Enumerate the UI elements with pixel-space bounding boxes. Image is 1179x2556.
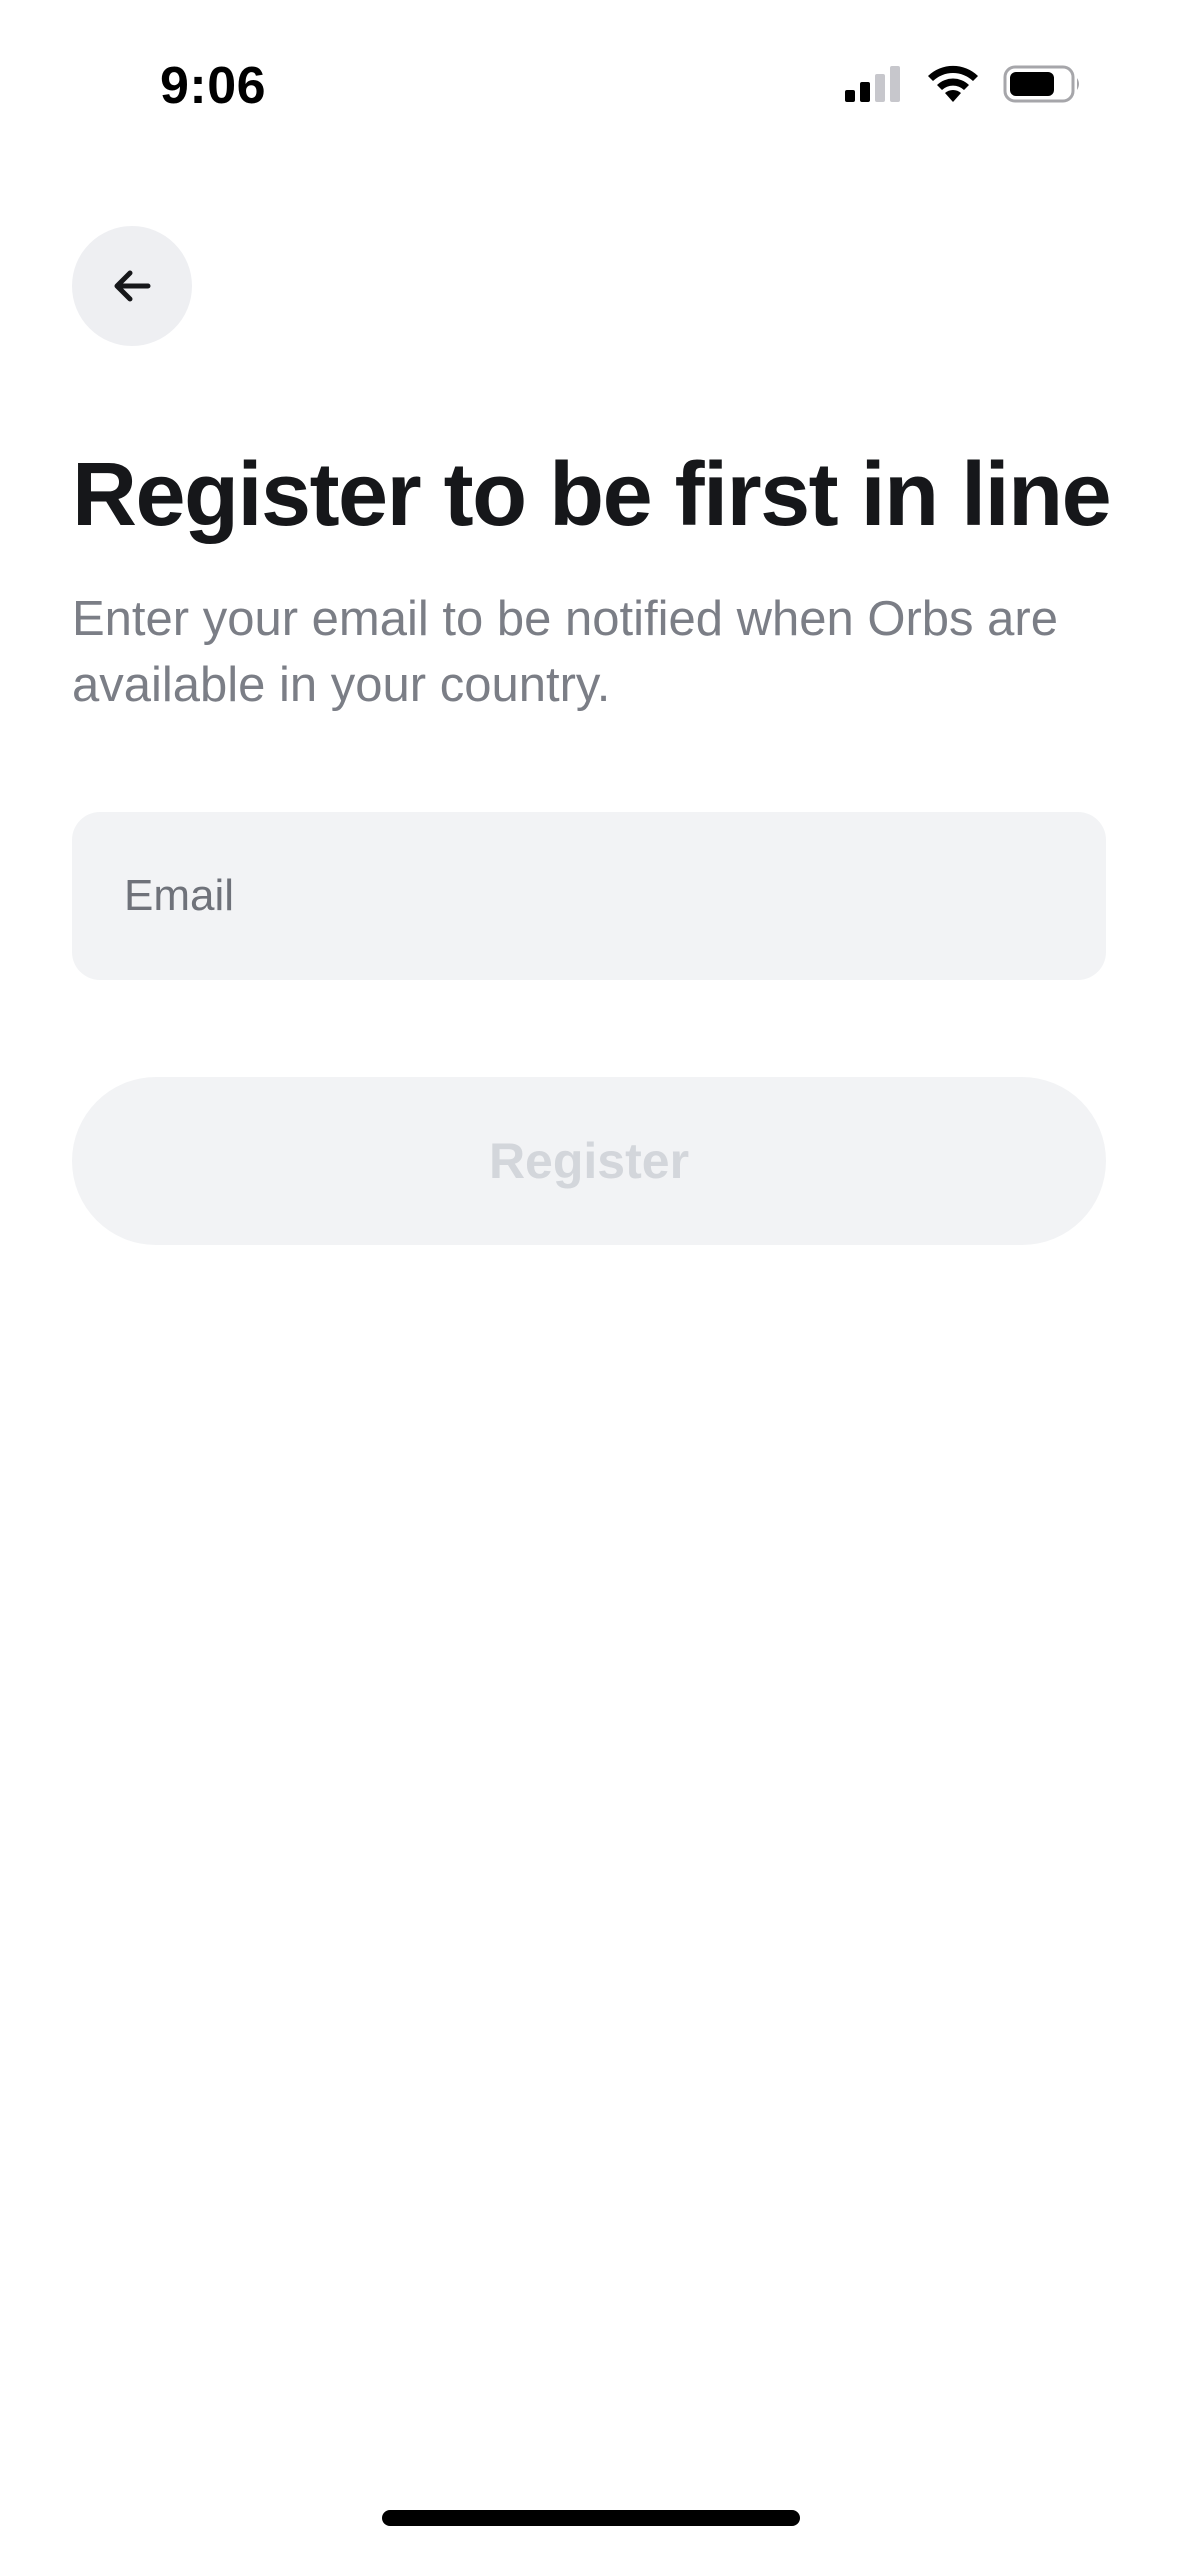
battery-icon xyxy=(1003,65,1079,103)
status-bar: 9:06 xyxy=(0,0,1179,170)
email-input[interactable] xyxy=(124,812,1106,980)
page-title: Register to be first in line xyxy=(72,445,1112,545)
back-button[interactable] xyxy=(72,226,192,346)
signal-icon xyxy=(845,66,900,102)
home-indicator xyxy=(382,2510,800,2526)
status-time: 9:06 xyxy=(160,57,267,115)
wifi-icon xyxy=(928,65,978,102)
page-subtitle: Enter your email to be notified when Orb… xyxy=(72,592,1058,712)
register-button[interactable]: Register xyxy=(72,1077,1106,1245)
arrow-left-icon xyxy=(114,270,151,302)
status-icons xyxy=(843,64,1083,104)
email-field[interactable] xyxy=(72,812,1106,980)
